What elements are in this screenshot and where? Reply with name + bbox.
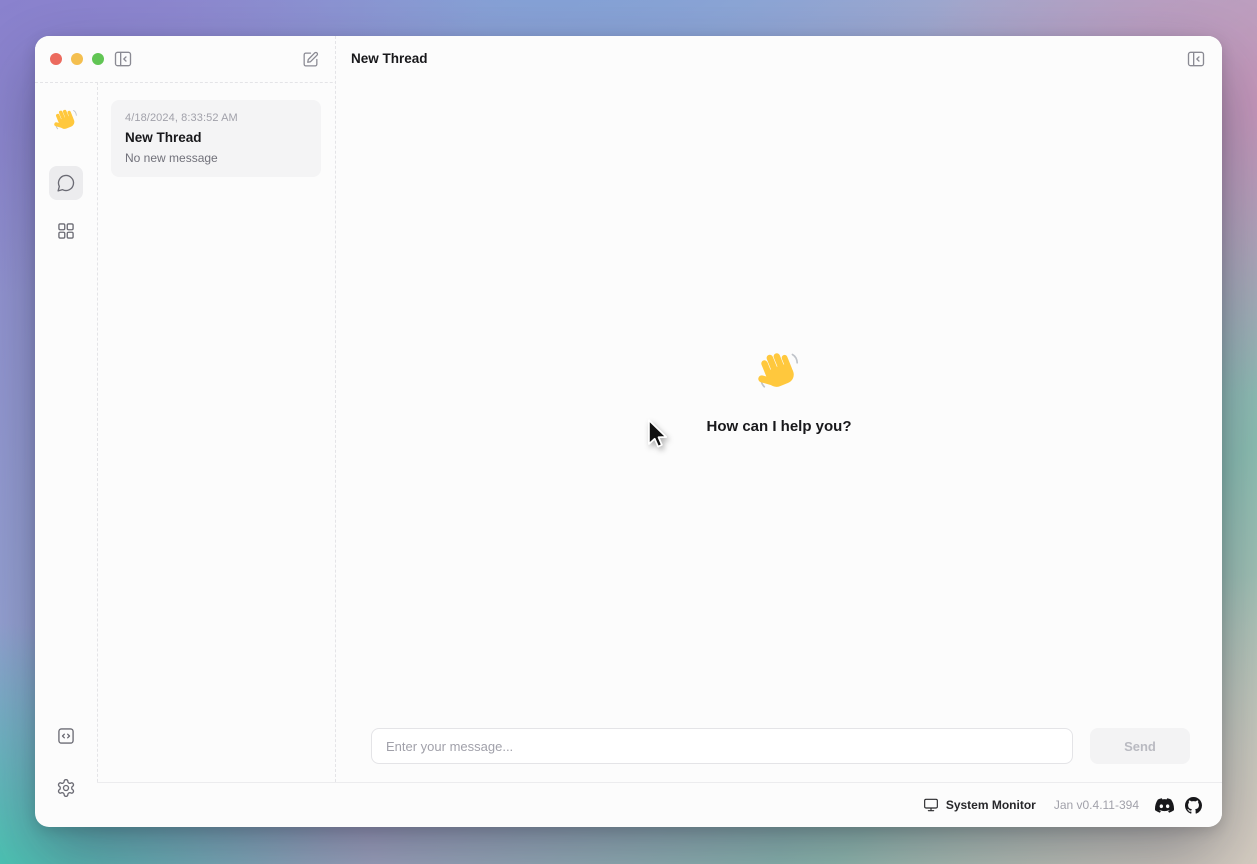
zoom-button[interactable] <box>92 53 104 65</box>
collapse-right-panel-button[interactable] <box>1185 48 1207 70</box>
github-icon <box>1185 797 1202 814</box>
sidebar-item-chat[interactable] <box>49 166 83 200</box>
chat-bubble-icon <box>56 173 76 193</box>
send-button[interactable]: Send <box>1090 728 1190 764</box>
code-square-icon <box>56 726 76 746</box>
thread-title: New Thread <box>125 130 307 145</box>
footer-bar: System Monitor Jan v0.4.11-394 <box>97 782 1222 827</box>
system-monitor-label: System Monitor <box>946 798 1036 812</box>
close-button[interactable] <box>50 53 62 65</box>
minimize-button[interactable] <box>71 53 83 65</box>
new-thread-button[interactable] <box>299 48 321 70</box>
empty-state: How can I help you? <box>336 350 1222 435</box>
waving-hand-icon <box>53 108 79 134</box>
discord-link[interactable] <box>1155 798 1174 813</box>
chat-main-panel: How can I help you? Send <box>336 82 1222 782</box>
thread-list-panel: 4/18/2024, 8:33:52 AM New Thread No new … <box>97 82 335 782</box>
grid-icon <box>56 221 76 241</box>
monitor-icon <box>923 797 939 813</box>
github-link[interactable] <box>1185 797 1202 814</box>
titlebar: New Thread <box>35 36 1222 83</box>
waving-hand-icon <box>756 350 802 396</box>
thread-list-item[interactable]: 4/18/2024, 8:33:52 AM New Thread No new … <box>111 100 321 177</box>
sidebar-item-settings[interactable] <box>49 771 83 805</box>
page-title: New Thread <box>351 51 428 66</box>
discord-icon <box>1155 798 1174 813</box>
app-version: Jan v0.4.11-394 <box>1054 798 1139 812</box>
app-logo <box>49 104 83 138</box>
system-monitor-button[interactable]: System Monitor <box>923 797 1036 813</box>
app-window: New Thread <box>35 36 1222 827</box>
thread-timestamp: 4/18/2024, 8:33:52 AM <box>125 112 307 124</box>
message-input[interactable] <box>371 728 1073 764</box>
gear-icon <box>56 778 76 798</box>
sidebar-item-local-api[interactable] <box>49 719 83 753</box>
thread-last-message: No new message <box>125 151 307 165</box>
collapse-left-panel-button[interactable] <box>112 48 134 70</box>
panel-collapse-icon <box>113 49 133 69</box>
panel-collapse-icon <box>1186 49 1206 69</box>
left-ribbon <box>35 82 97 827</box>
greeting-text: How can I help you? <box>706 418 851 435</box>
composer: Send <box>371 728 1190 764</box>
sidebar-item-hub[interactable] <box>49 214 83 248</box>
compose-icon <box>301 50 320 69</box>
